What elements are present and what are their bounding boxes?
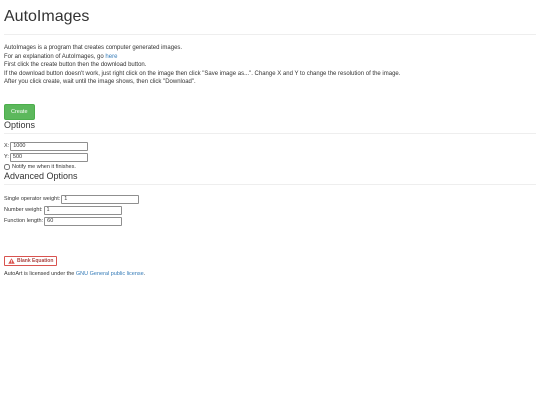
warning-icon (8, 258, 15, 264)
notify-checkbox[interactable] (4, 163, 10, 170)
single-operator-row: Single operator weight: (4, 194, 536, 205)
create-button[interactable]: Create (4, 103, 35, 120)
status-badge: Blank Equation (4, 255, 58, 266)
x-input[interactable] (10, 141, 89, 151)
options-heading: Options (4, 120, 536, 134)
function-length-label: Function length: (4, 218, 44, 225)
intro-line-1: AutoImages is a program that creates com… (4, 45, 183, 51)
single-operator-input[interactable] (61, 194, 140, 204)
number-weight-row: Number weight: (4, 205, 536, 216)
y-label: Y: (4, 154, 9, 161)
intro-text: AutoImages is a program that creates com… (4, 44, 536, 87)
intro-line-2: For an explanation of AutoImages, go her… (4, 53, 536, 62)
function-length-input[interactable] (44, 216, 123, 226)
notify-label: Notify me when it finishes. (12, 163, 76, 170)
y-input[interactable] (9, 152, 88, 162)
explanation-link[interactable]: here (105, 54, 117, 60)
function-length-row: Function length: (4, 216, 536, 227)
single-operator-label: Single operator weight: (4, 196, 61, 203)
intro-line-2-prefix: For an explanation of AutoImages, go (4, 53, 106, 60)
license-text: AutoArt is licensed under the GNU Genera… (4, 270, 536, 278)
notify-row: Notify me when it finishes. (4, 163, 536, 171)
status-badge-label: Blank Equation (17, 257, 54, 264)
license-suffix: . (143, 270, 146, 277)
intro-line-5: After you click create, wait until the i… (4, 79, 196, 86)
number-weight-input[interactable] (43, 205, 122, 215)
license-prefix: AutoArt is licensed under the (4, 270, 76, 277)
intro-line-4: If the download button doesn't work, jus… (4, 70, 401, 77)
advanced-options-heading: Advanced Options (4, 171, 536, 185)
page-title: AutoImages (4, 0, 536, 35)
intro-line-3: First click the create button then the d… (4, 62, 147, 69)
advanced-options-form: Single operator weight: Number weight: F… (4, 194, 536, 227)
license-link[interactable]: GNU General public license (76, 271, 144, 277)
page: AutoImages AutoImages is a program that … (0, 0, 540, 278)
x-row: X: (4, 141, 536, 152)
number-weight-label: Number weight: (4, 207, 43, 214)
x-label: X: (4, 143, 10, 150)
y-row: Y: (4, 152, 536, 163)
options-form: X: Y: Notify me when it finishes. (4, 141, 536, 171)
